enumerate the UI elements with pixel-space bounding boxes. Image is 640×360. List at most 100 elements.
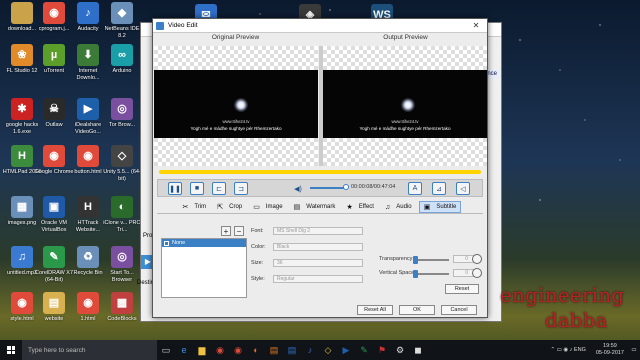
taskbar-app-icon[interactable]: ◇ (319, 340, 337, 360)
rotate-button[interactable]: ◁ (456, 182, 470, 195)
desktop-icon[interactable]: ◎ Start To... Browser (102, 246, 142, 283)
taskbar-app-icon[interactable]: ▤ (283, 340, 301, 360)
text-button[interactable]: A (408, 182, 422, 195)
system-tray: ⌃ ▭ ◉ ♪ ENG 19:59 05-09-2017 ▭ (550, 340, 640, 360)
vertical-space-dial[interactable] (472, 268, 482, 278)
edit-tabs: ✂ Trim ⇱ Crop ▭ Image ▤ Watermark ★ Effect ♫ Audio ▣… (157, 201, 483, 213)
taskbar-apps: ▭ e ▆ ◉ ◉ ◐ ▤ ▤ ♪ ◇ ▶ ✎ ⚑ ⚙ ◼ (157, 340, 427, 360)
stop-button[interactable]: ■ (190, 182, 204, 195)
vertical-space-slider[interactable] (413, 270, 449, 278)
taskbar-app-icon[interactable]: ✎ (355, 340, 373, 360)
vertical-space-knob[interactable] (413, 270, 418, 278)
desktop-icon-label: NetBeans IDE 8.2 (104, 26, 140, 39)
taskbar-app-icon[interactable]: ⚙ (391, 340, 409, 360)
audio-icon: ♫ (385, 203, 391, 211)
app-icon: ☠ (43, 98, 65, 120)
transparency-knob[interactable] (413, 256, 418, 264)
taskbar-app-icon[interactable]: ◉ (229, 340, 247, 360)
taskbar-app-icon[interactable]: ▤ (265, 340, 283, 360)
taskbar-app-icon[interactable]: ♪ (301, 340, 319, 360)
taskbar-app-icon[interactable]: ◉ (211, 340, 229, 360)
video-caption-url: www.ttihe24.tv (222, 119, 250, 124)
video-caption: Yogh mé e mádhe sughtye pér Rhemzertako (359, 126, 451, 131)
start-button[interactable] (0, 340, 22, 360)
app-icon: ◎ (111, 98, 133, 120)
font-select[interactable]: MS Shell Dlg 2 (273, 227, 363, 235)
ok-button[interactable]: OK (399, 305, 435, 315)
taskbar-app-icon[interactable]: ◐ (247, 340, 265, 360)
trim-icon: ✂ (182, 204, 189, 211)
tab-label: Crop (229, 204, 243, 210)
mark-in-button[interactable]: ⊏ (212, 182, 226, 195)
desktop-icon[interactable]: ◐ iClone v... PRO Tri... (102, 196, 142, 233)
app-icon: ◉ (11, 292, 33, 314)
volume-slider[interactable] (310, 184, 349, 190)
app-icon: ◆ (111, 2, 133, 24)
app-icon (156, 21, 164, 30)
dialog-titlebar: Video Edit (153, 19, 487, 33)
app-icon: ▶ (77, 98, 99, 120)
playback-controls: ❚❚ ■ ⊏ ⊐ ◀) 00:00:08/00:47:04 A ⊿ ◁ (157, 179, 483, 197)
subtitle-list-item[interactable]: None (162, 239, 246, 247)
taskbar-app-icon[interactable]: e (175, 340, 193, 360)
tab-watermark[interactable]: ▤ Watermark (290, 201, 340, 213)
font-label: Font: (251, 228, 264, 234)
taskbar-app-icon[interactable]: ▭ (157, 340, 175, 360)
reset-all-button[interactable]: Reset All (357, 305, 393, 315)
tab-subtitle[interactable]: ▣ Subtitle (418, 201, 462, 213)
flip-button[interactable]: ⊿ (432, 182, 446, 195)
pause-button[interactable]: ❚❚ (168, 182, 182, 195)
desktop-icon-label: Unity 5.5... (64-bit) (103, 169, 141, 182)
cancel-button[interactable]: Cancel (441, 305, 477, 315)
subtitle-panel: + − None Font: MS Shell Dlg 2 Color: Bla… (157, 213, 483, 298)
color-select[interactable]: Black (273, 243, 363, 251)
transparency-slider[interactable] (413, 256, 449, 264)
tab-label: Audio (396, 204, 412, 210)
volume-knob[interactable] (343, 184, 349, 190)
video-light (234, 98, 248, 112)
transparency-dial[interactable] (472, 254, 482, 264)
desktop-icon[interactable]: ◇ Unity 5.5... (64-bit) (102, 145, 142, 182)
app-icon: ✱ (11, 98, 33, 120)
notification-icon[interactable]: ▭ (628, 347, 640, 353)
tab-audio[interactable]: ♫ Audio (381, 201, 416, 213)
close-button[interactable]: ✕ (465, 19, 487, 32)
reset-button[interactable]: Reset (445, 284, 479, 294)
tab-effect[interactable]: ★ Effect (342, 201, 378, 213)
size-select[interactable]: 36 (273, 259, 363, 267)
mark-out-button[interactable]: ⊐ (234, 182, 248, 195)
desktop-icon[interactable]: ▩ CodeBlocks (102, 292, 142, 323)
tab-crop[interactable]: ⇱ Crop (213, 201, 246, 213)
taskbar-app-icon[interactable]: ▆ (193, 340, 211, 360)
tray-icons[interactable]: ⌃ ▭ ◉ ♪ ENG (550, 347, 585, 353)
video-light (401, 98, 415, 112)
volume-icon[interactable]: ◀) (291, 182, 305, 195)
app-icon: ♪ (77, 2, 99, 24)
taskbar-search[interactable]: Type here to search (22, 340, 157, 360)
remove-subtitle-button[interactable]: − (234, 226, 244, 236)
app-icon: ∞ (111, 44, 133, 66)
app-icon: ▤ (43, 292, 65, 314)
search-placeholder: Type here to search (28, 346, 86, 354)
tab-image[interactable]: ▭ Image (249, 201, 286, 213)
add-subtitle-button[interactable]: + (221, 226, 231, 236)
desktop-icon-label: iClone v... PRO Tri... (103, 220, 141, 233)
taskbar-app-icon[interactable]: ▶ (337, 340, 355, 360)
taskbar-app-icon[interactable]: ⚑ (373, 340, 391, 360)
desktop-icon[interactable]: ◆ NetBeans IDE 8.2 (102, 2, 142, 39)
clock[interactable]: 19:59 05-09-2017 (592, 343, 628, 357)
style-label: Style: (251, 276, 265, 282)
app-icon: ◉ (77, 292, 99, 314)
desktop-icon[interactable]: ◎ Tor Brow... (102, 98, 142, 129)
app-icon: ♻ (77, 246, 99, 268)
clock-date: 05-09-2017 (595, 350, 624, 356)
seek-bar[interactable] (159, 170, 481, 174)
style-select[interactable]: Regular (273, 275, 363, 283)
desktop-icon[interactable]: ∞ Arduino (102, 44, 142, 75)
taskbar-app-icon[interactable]: ◼ (409, 340, 427, 360)
app-icon: ▦ (11, 196, 33, 218)
tab-trim[interactable]: ✂ Trim (179, 201, 211, 213)
timecode: 00:00:08/00:47:04 (351, 184, 396, 190)
original-preview: www.ttihe24.tv Yogh mé e mádhe sughtye p… (154, 46, 318, 166)
checkbox-icon[interactable] (164, 240, 169, 246)
